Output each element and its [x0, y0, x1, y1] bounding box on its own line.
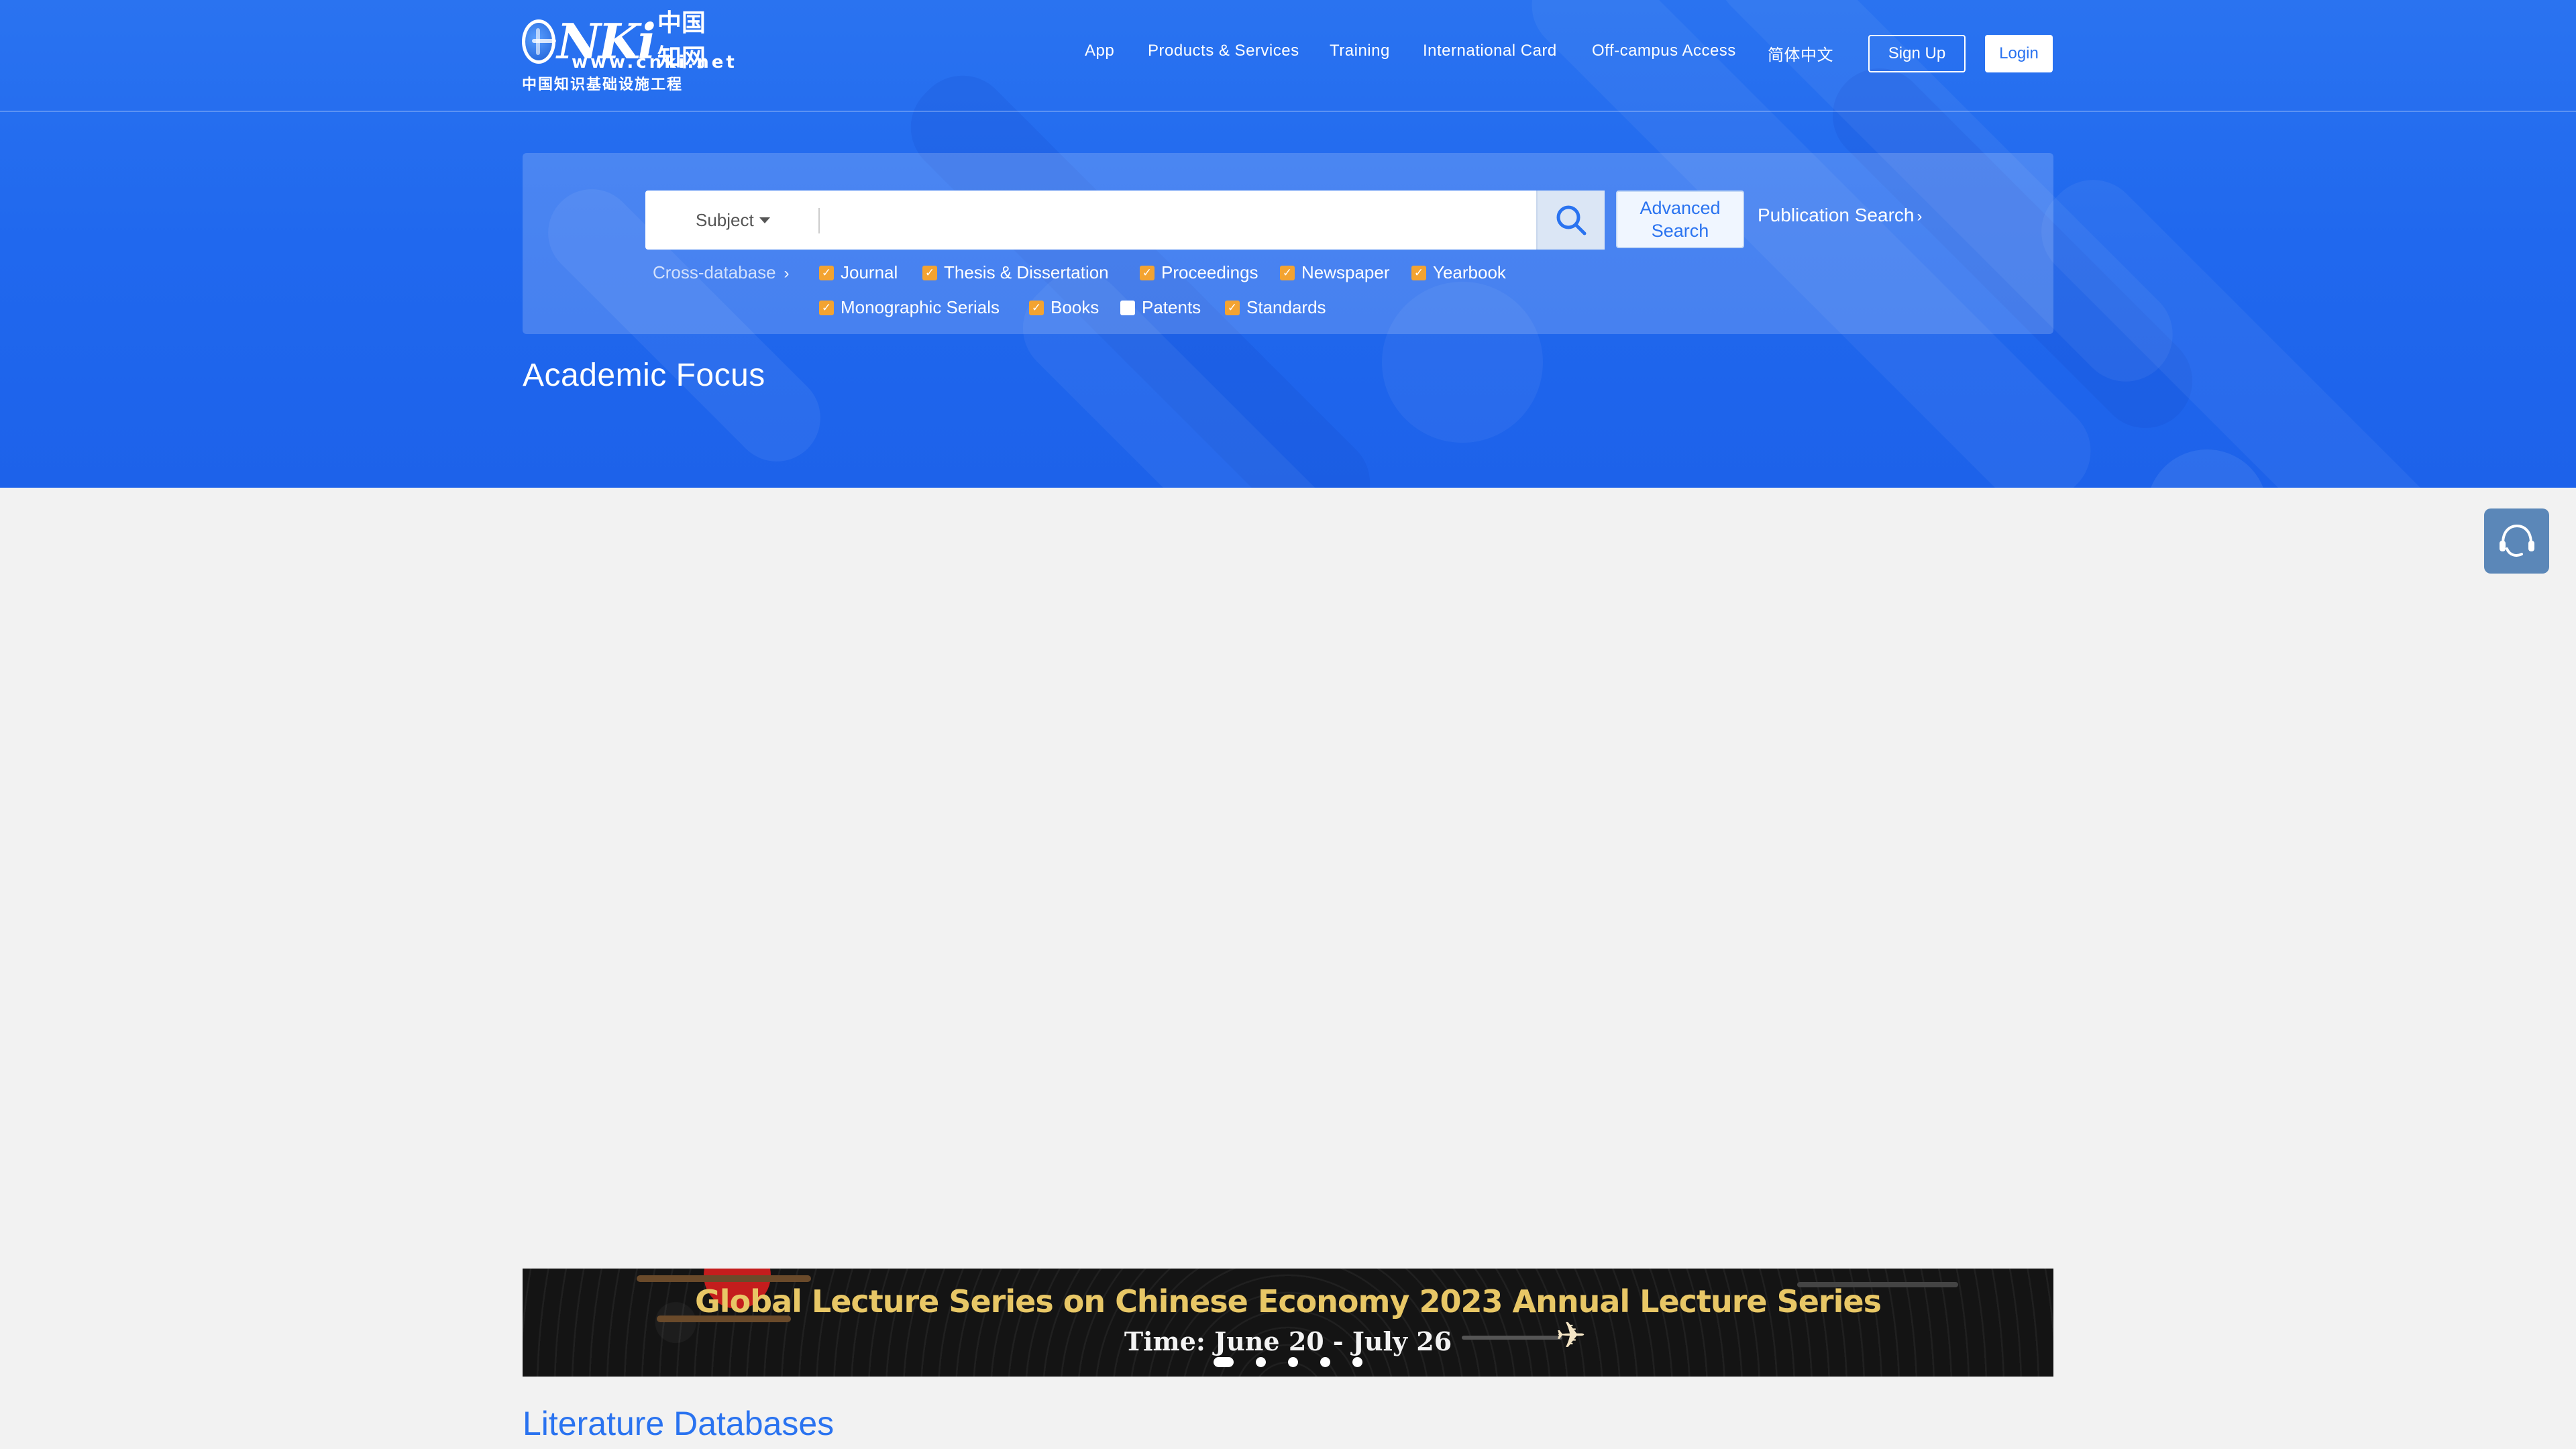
advanced-search-label-2: Search [1651, 221, 1709, 241]
carousel-dot-1[interactable] [1214, 1357, 1234, 1367]
checkbox-unchecked-icon [1120, 300, 1135, 315]
db-checkbox-books[interactable]: ✓ Books [1029, 297, 1099, 318]
caret-down-icon [759, 217, 770, 223]
checkbox-checked-icon: ✓ [1029, 300, 1044, 315]
checkbox-checked-icon: ✓ [819, 300, 834, 315]
carousel-dot-4[interactable] [1320, 1357, 1330, 1367]
nav-products-services[interactable]: Products & Services [1148, 42, 1299, 60]
globe-icon [522, 19, 557, 64]
db-checkbox-label: Standards [1246, 297, 1326, 317]
carousel-dots [1214, 1357, 1362, 1367]
banner-cloud [637, 1275, 811, 1282]
db-checkbox-monographic-serials[interactable]: ✓ Monographic Serials [819, 297, 1000, 318]
db-checkbox-label: Thesis & Dissertation [944, 262, 1109, 282]
db-checkbox-thesis[interactable]: ✓ Thesis & Dissertation [922, 262, 1109, 283]
logo-url: www.cnki.net [572, 52, 737, 72]
sign-up-button[interactable]: Sign Up [1868, 35, 1966, 72]
publication-search-label: Publication Search [1758, 205, 1915, 225]
db-checkbox-label: Patents [1142, 297, 1201, 317]
checkbox-checked-icon: ✓ [1140, 265, 1155, 280]
promo-banner[interactable]: Global Lecture Series on Chinese Economy… [523, 1269, 2053, 1377]
search-input[interactable] [826, 191, 1531, 250]
db-checkbox-label: Newspaper [1301, 262, 1390, 282]
customer-service-icon [2499, 524, 2534, 557]
carousel-dot-3[interactable] [1288, 1357, 1298, 1367]
chevron-right-icon: › [1917, 207, 1923, 225]
checkbox-checked-icon: ✓ [922, 265, 937, 280]
banner-title: Global Lecture Series on Chinese Economy… [695, 1283, 1882, 1320]
search-box: Subject [645, 191, 1605, 250]
nav-language-switch[interactable]: 简体中文 [1768, 42, 1833, 65]
login-button[interactable]: Login [1985, 35, 2053, 72]
publication-search-link[interactable]: Publication Search › [1758, 205, 1922, 226]
chevron-right-icon: › [784, 264, 790, 282]
db-checkbox-label: Monographic Serials [841, 297, 1000, 317]
academic-focus-heading: Academic Focus [523, 358, 765, 393]
cross-database-link[interactable]: Cross-database › [653, 262, 790, 283]
advanced-search-button[interactable]: Advanced Search [1616, 191, 1744, 248]
advanced-search-label-1: Advanced [1640, 198, 1721, 218]
db-checkbox-proceedings[interactable]: ✓ Proceedings [1140, 262, 1258, 283]
divider [818, 208, 820, 233]
carousel-dot-2[interactable] [1256, 1357, 1266, 1367]
checkbox-checked-icon: ✓ [819, 265, 834, 280]
cross-database-label: Cross-database [653, 262, 776, 282]
search-button[interactable] [1536, 191, 1605, 250]
nav-international-card[interactable]: International Card [1423, 42, 1557, 60]
db-checkbox-yearbook[interactable]: ✓ Yearbook [1411, 262, 1506, 283]
db-checkbox-journal[interactable]: ✓ Journal [819, 262, 898, 283]
db-checkbox-label: Yearbook [1433, 262, 1506, 282]
nav-training[interactable]: Training [1330, 42, 1390, 60]
crane-icon: ✈ [1556, 1316, 1587, 1356]
nav-off-campus-access[interactable]: Off-campus Access [1592, 42, 1736, 60]
db-checkbox-label: Books [1051, 297, 1099, 317]
nav-app[interactable]: App [1085, 42, 1114, 60]
logo-tagline: 中国知识基础设施工程 [522, 76, 684, 93]
checkbox-checked-icon: ✓ [1225, 300, 1240, 315]
literature-databases-heading: Literature Databases [523, 1405, 835, 1442]
search-field-label: Subject [696, 209, 754, 230]
search-icon [1556, 205, 1587, 235]
search-field-select[interactable]: Subject [696, 191, 770, 250]
db-checkbox-patents[interactable]: Patents [1120, 297, 1201, 318]
cnki-logo[interactable]: NKi 中国知网 www.cnki.net 中国知识基础设施工程 [522, 9, 735, 93]
db-checkbox-label: Journal [841, 262, 898, 282]
db-checkbox-label: Proceedings [1161, 262, 1258, 282]
carousel-dot-5[interactable] [1352, 1357, 1362, 1367]
customer-service-button[interactable] [2484, 508, 2549, 574]
db-checkbox-newspaper[interactable]: ✓ Newspaper [1280, 262, 1390, 283]
checkbox-checked-icon: ✓ [1280, 265, 1295, 280]
banner-time: Time: June 20 - July 26 [1124, 1326, 1452, 1356]
checkbox-checked-icon: ✓ [1411, 265, 1426, 280]
db-checkbox-standards[interactable]: ✓ Standards [1225, 297, 1326, 318]
top-navigation-bar: NKi 中国知网 www.cnki.net 中国知识基础设施工程 App Pro… [0, 0, 2576, 112]
